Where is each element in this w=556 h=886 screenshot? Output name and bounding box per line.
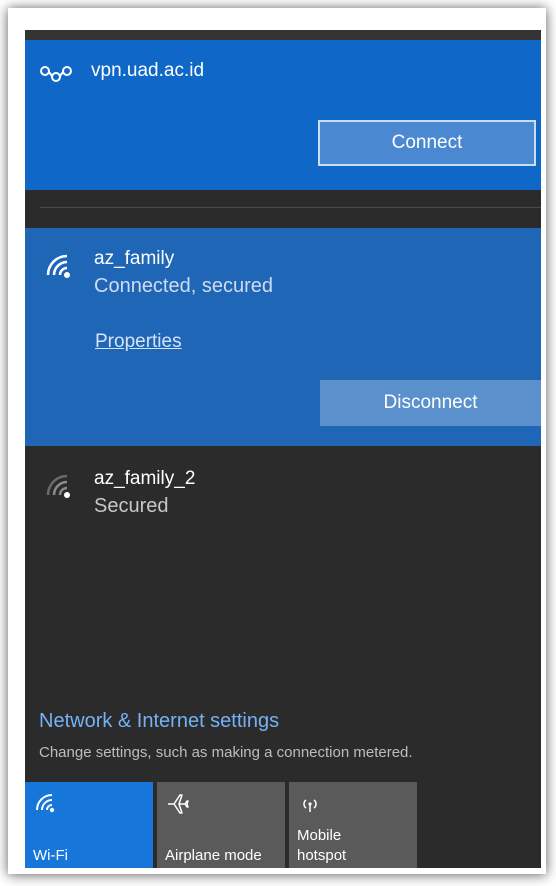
airplane-mode-tile[interactable]: Airplane mode	[157, 782, 285, 868]
vpn-icon	[40, 66, 72, 82]
divider	[40, 207, 541, 208]
vpn-name: vpn.uad.ac.id	[91, 60, 205, 81]
separator-area	[25, 190, 541, 228]
properties-link[interactable]: Properties	[95, 331, 182, 353]
tile-label: Wi-Fi	[33, 847, 68, 864]
wifi-signal-icon	[46, 474, 70, 498]
network-status: Secured	[94, 495, 169, 517]
wifi-signal-icon	[46, 254, 70, 278]
vpn-item[interactable]: vpn.uad.ac.id Connect	[25, 40, 541, 190]
network-item-connected[interactable]: az_family Connected, secured Properties …	[25, 228, 541, 446]
tile-label: Mobile hotspot	[297, 827, 347, 864]
flyout-top-strip	[25, 30, 541, 40]
disconnect-button[interactable]: Disconnect	[320, 380, 541, 426]
network-item[interactable]: az_family_2 Secured	[25, 446, 541, 536]
mobile-hotspot-tile[interactable]: Mobile hotspot	[289, 782, 417, 868]
network-settings-link[interactable]: Network & Internet settings	[39, 710, 279, 733]
wifi-toggle-tile[interactable]: Wi-Fi	[25, 782, 153, 868]
network-flyout: vpn.uad.ac.id Connect az_family Connecte…	[25, 30, 541, 868]
airplane-icon	[168, 794, 189, 814]
tile-label: Airplane mode	[165, 847, 262, 864]
connect-button[interactable]: Connect	[318, 120, 536, 166]
network-name: az_family_2	[94, 468, 196, 489]
network-settings-description: Change settings, such as making a connec…	[39, 744, 413, 761]
wifi-icon	[36, 794, 55, 813]
network-name: az_family	[94, 248, 175, 269]
hotspot-icon	[303, 799, 317, 812]
network-status: Connected, secured	[94, 275, 274, 297]
